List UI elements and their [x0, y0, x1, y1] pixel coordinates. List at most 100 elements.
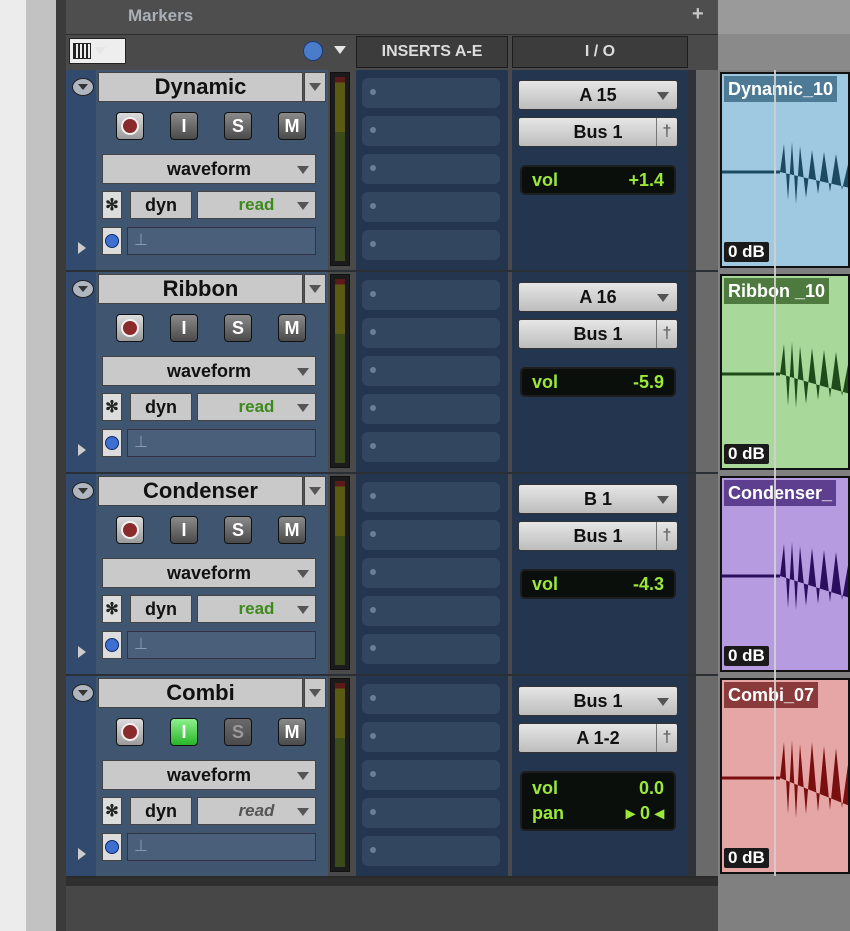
output-selector[interactable]: A 1-2 † [518, 723, 678, 753]
timeline-ruler-secondary[interactable] [718, 34, 850, 70]
track-name-menu[interactable] [304, 678, 326, 708]
insert-slot-b[interactable] [362, 520, 500, 550]
add-marker-button[interactable]: + [692, 3, 704, 26]
insert-slot-b[interactable] [362, 116, 500, 146]
automation-mode-select[interactable]: read [197, 595, 316, 623]
track-name-menu[interactable] [304, 72, 326, 102]
output-selector[interactable]: Bus 1 † [518, 521, 678, 551]
audio-clip[interactable]: Combi_07 0 dB [720, 678, 850, 874]
track-collapse-button[interactable] [72, 684, 94, 702]
record-enable-button[interactable] [116, 718, 144, 746]
volume-display[interactable]: vol -5.9 [520, 367, 676, 397]
clip-gain[interactable]: 0 dB [724, 848, 769, 868]
solo-button[interactable]: S [224, 112, 252, 140]
solo-button[interactable]: S [224, 718, 252, 746]
insert-slot-d[interactable] [362, 192, 500, 222]
track-name-menu[interactable] [304, 274, 326, 304]
insert-slot-a[interactable] [362, 78, 500, 108]
track-collapse-button[interactable] [72, 280, 94, 298]
input-monitor-button[interactable]: I [170, 516, 198, 544]
output-selector[interactable]: Bus 1 † [518, 117, 678, 147]
mute-button[interactable]: M [278, 718, 306, 746]
input-monitor-button[interactable]: I [170, 718, 198, 746]
insert-slot-c[interactable] [362, 356, 500, 386]
io-column-header[interactable]: I / O [512, 36, 688, 68]
timebase-button[interactable] [102, 227, 122, 255]
track-name[interactable]: Dynamic [98, 72, 303, 102]
insert-slot-e[interactable] [362, 230, 500, 260]
track-view-select[interactable]: waveform [102, 154, 316, 184]
timebase-dropdown-icon[interactable] [334, 46, 346, 54]
insert-slot-b[interactable] [362, 318, 500, 348]
clip-gain[interactable]: 0 dB [724, 242, 769, 262]
timeline-ruler[interactable] [718, 0, 850, 35]
insert-slot-d[interactable] [362, 394, 500, 424]
insert-slot-a[interactable] [362, 684, 500, 714]
comment-field[interactable]: ⊥ [127, 631, 316, 659]
mute-button[interactable]: M [278, 112, 306, 140]
track-view-select[interactable]: waveform [102, 356, 316, 386]
playlist-button[interactable]: dyn [130, 393, 192, 421]
insert-slot-c[interactable] [362, 558, 500, 588]
volume-display[interactable]: vol -4.3 [520, 569, 676, 599]
timebase-button[interactable] [102, 631, 122, 659]
automation-mode-select[interactable]: read [197, 191, 316, 219]
track-name[interactable]: Combi [98, 678, 303, 708]
insert-slot-a[interactable] [362, 482, 500, 512]
track-view-select[interactable]: waveform [102, 558, 316, 588]
track-name[interactable]: Ribbon [98, 274, 303, 304]
input-monitor-button[interactable]: I [170, 314, 198, 342]
timebase-clock-icon[interactable] [303, 41, 323, 61]
insert-slot-e[interactable] [362, 432, 500, 462]
comment-field[interactable]: ⊥ [127, 227, 316, 255]
insert-slot-c[interactable] [362, 154, 500, 184]
track-collapse-button[interactable] [72, 78, 94, 96]
timebase-button[interactable] [102, 833, 122, 861]
solo-button[interactable]: S [224, 314, 252, 342]
insert-slot-b[interactable] [362, 722, 500, 752]
record-enable-button[interactable] [116, 314, 144, 342]
automation-mode-select[interactable]: read [197, 797, 316, 825]
expand-lanes-icon[interactable] [78, 646, 86, 658]
volume-display[interactable]: vol +1.4 [520, 165, 676, 195]
automation-safe-icon[interactable]: ✻ [102, 191, 122, 219]
volume-pan-display[interactable]: vol 0.0 pan ▸ 0 ◂ [520, 771, 676, 831]
track-collapse-button[interactable] [72, 482, 94, 500]
comment-field[interactable]: ⊥ [127, 833, 316, 861]
input-selector[interactable]: B 1 [518, 484, 678, 514]
input-selector[interactable]: Bus 1 [518, 686, 678, 716]
mute-button[interactable]: M [278, 516, 306, 544]
panel-divider[interactable] [56, 0, 66, 931]
playlist-button[interactable]: dyn [130, 797, 192, 825]
insert-slot-d[interactable] [362, 596, 500, 626]
input-monitor-button[interactable]: I [170, 112, 198, 140]
output-selector[interactable]: Bus 1 † [518, 319, 678, 349]
track-view-selector[interactable] [69, 38, 126, 64]
audio-clip[interactable]: Condenser_ 0 dB [720, 476, 850, 672]
automation-safe-icon[interactable]: ✻ [102, 595, 122, 623]
clip-gain[interactable]: 0 dB [724, 646, 769, 666]
expand-lanes-icon[interactable] [78, 444, 86, 456]
record-enable-button[interactable] [116, 112, 144, 140]
inserts-column-header[interactable]: INSERTS A-E [356, 36, 508, 68]
comment-field[interactable]: ⊥ [127, 429, 316, 457]
insert-slot-a[interactable] [362, 280, 500, 310]
solo-button[interactable]: S [224, 516, 252, 544]
clip-gain[interactable]: 0 dB [724, 444, 769, 464]
insert-slot-c[interactable] [362, 760, 500, 790]
automation-safe-icon[interactable]: ✻ [102, 797, 122, 825]
insert-slot-e[interactable] [362, 836, 500, 866]
playhead-cursor[interactable] [774, 70, 776, 876]
record-enable-button[interactable] [116, 516, 144, 544]
audio-clip[interactable]: Ribbon _10 0 dB [720, 274, 850, 470]
playlist-button[interactable]: dyn [130, 191, 192, 219]
automation-safe-icon[interactable]: ✻ [102, 393, 122, 421]
automation-mode-select[interactable]: read [197, 393, 316, 421]
input-selector[interactable]: A 16 [518, 282, 678, 312]
audio-clip[interactable]: Dynamic_10 0 dB [720, 72, 850, 268]
insert-slot-e[interactable] [362, 634, 500, 664]
expand-lanes-icon[interactable] [78, 242, 86, 254]
insert-slot-d[interactable] [362, 798, 500, 828]
track-name[interactable]: Condenser [98, 476, 303, 506]
input-selector[interactable]: A 15 [518, 80, 678, 110]
